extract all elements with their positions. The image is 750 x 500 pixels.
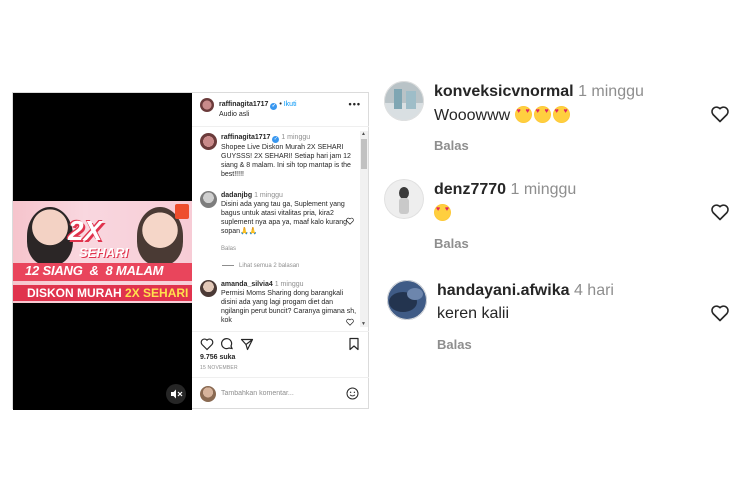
comment-avatar[interactable] — [200, 280, 217, 297]
comment-text: keren kalii — [437, 305, 510, 322]
caption-avatar[interactable] — [200, 133, 217, 150]
like-comment-heart-icon[interactable] — [710, 202, 730, 222]
comment-time: 1 minggu — [274, 281, 304, 288]
reply-button[interactable]: Balas — [437, 337, 472, 352]
add-comment-bar — [192, 377, 369, 410]
heart-eyes-emoji — [514, 106, 532, 123]
caption-text: Shopee Live Diskon Murah 2X SEHARI GUYSS… — [221, 144, 351, 178]
comment-text: Wooowww — [434, 107, 511, 124]
heart-eyes-emoji — [533, 106, 551, 123]
scroll-up-arrow-icon[interactable]: ▲ — [361, 131, 366, 137]
like-comment-heart-icon[interactable] — [346, 318, 354, 326]
comment-time: 1 minggu — [254, 192, 283, 199]
audio-label[interactable]: Audio asli — [219, 111, 249, 118]
promo-text: DISKON MURAH — [27, 286, 122, 300]
post-sidebar: raffinagita1717 ✓ • Ikuti Audio asli •••… — [192, 93, 369, 410]
like-comment-heart-icon[interactable] — [710, 303, 730, 323]
verified-badge-icon: ✓ — [270, 103, 278, 110]
presenter-left — [27, 207, 73, 265]
more-options-icon[interactable]: ••• — [349, 99, 361, 109]
commenter-username[interactable]: handayani.afwika — [437, 282, 570, 299]
add-comment-input[interactable] — [221, 390, 331, 397]
reply-button[interactable]: Balas — [221, 246, 236, 252]
comment-username[interactable]: dadanjbg — [221, 192, 252, 199]
commenter-avatar[interactable] — [384, 179, 424, 219]
comment-username[interactable]: amanda_silvia4 — [221, 281, 273, 288]
heart-eyes-emoji — [552, 106, 570, 123]
view-replies-button[interactable]: Lihat semua 2 balasan — [222, 263, 299, 269]
commenter-username[interactable]: konveksicvnormal — [434, 83, 574, 100]
post-date: 15 NOVEMBER — [200, 365, 238, 371]
comment-text: Disini ada yang tau ga, Suplement yang b… — [221, 201, 348, 235]
post-header: raffinagita1717 ✓ • Ikuti Audio asli ••• — [192, 93, 369, 127]
share-paper-plane-icon[interactable] — [240, 337, 254, 351]
comment-bubble-icon[interactable] — [220, 337, 234, 351]
banner-headline: 2X — [68, 215, 103, 246]
reply-button[interactable]: Balas — [434, 138, 469, 153]
comment-time: 4 hari — [573, 282, 614, 299]
heart-eyes-emoji — [434, 204, 451, 221]
comment-text: Permisi Moms Sharing dong barangkali dis… — [221, 290, 357, 324]
comments-list: raffinagita1717 ✓ 1 minggu Shopee Live D… — [192, 128, 369, 328]
video-banner: 2X SEHARI 12 SIANG & 8 MALAM DISKON MURA… — [13, 201, 192, 303]
emoji-smile-icon[interactable] — [346, 387, 359, 400]
commenter-avatar[interactable] — [384, 81, 424, 121]
like-comment-heart-icon[interactable] — [710, 104, 730, 124]
commenter-username[interactable]: denz7770 — [434, 181, 506, 198]
reply-button[interactable]: Balas — [434, 236, 469, 251]
post-actions — [192, 331, 369, 353]
author-username[interactable]: raffinagita1717 — [219, 101, 268, 108]
commenter-avatar[interactable] — [387, 280, 427, 320]
embedded-post: 2X SEHARI 12 SIANG & 8 MALAM DISKON MURA… — [12, 92, 369, 410]
author-avatar[interactable] — [200, 98, 214, 112]
comment-time: 1 minggu — [578, 83, 644, 100]
video-player[interactable]: 2X SEHARI 12 SIANG & 8 MALAM DISKON MURA… — [13, 93, 192, 410]
comment-avatar[interactable] — [200, 191, 217, 208]
speaker-muted-icon[interactable] — [166, 384, 186, 404]
current-user-avatar — [200, 386, 216, 402]
comments-scrollbar[interactable]: ▲ ▼ — [360, 131, 368, 327]
comment-time: 1 minggu — [510, 181, 577, 198]
likes-count[interactable]: 9.756 suka — [200, 354, 235, 361]
scroll-down-arrow-icon[interactable]: ▼ — [361, 321, 366, 327]
bookmark-icon[interactable] — [347, 337, 361, 351]
banner-times: 12 SIANG & 8 MALAM — [25, 263, 164, 278]
like-comment-heart-icon[interactable] — [346, 217, 354, 225]
shopee-logo-icon — [175, 204, 189, 219]
banner-promo: DISKON MURAH 2X SEHARI — [27, 286, 188, 300]
like-heart-icon[interactable] — [200, 337, 214, 351]
scroll-thumb[interactable] — [361, 139, 367, 169]
verified-badge-icon: ✓ — [272, 136, 280, 143]
banner-subheadline: SEHARI — [79, 245, 129, 260]
promo-highlight: 2X SEHARI — [125, 286, 189, 300]
caption-username[interactable]: raffinagita1717 — [221, 134, 270, 141]
follow-button[interactable]: Ikuti — [284, 101, 297, 108]
caption-time: 1 minggu — [281, 134, 311, 141]
